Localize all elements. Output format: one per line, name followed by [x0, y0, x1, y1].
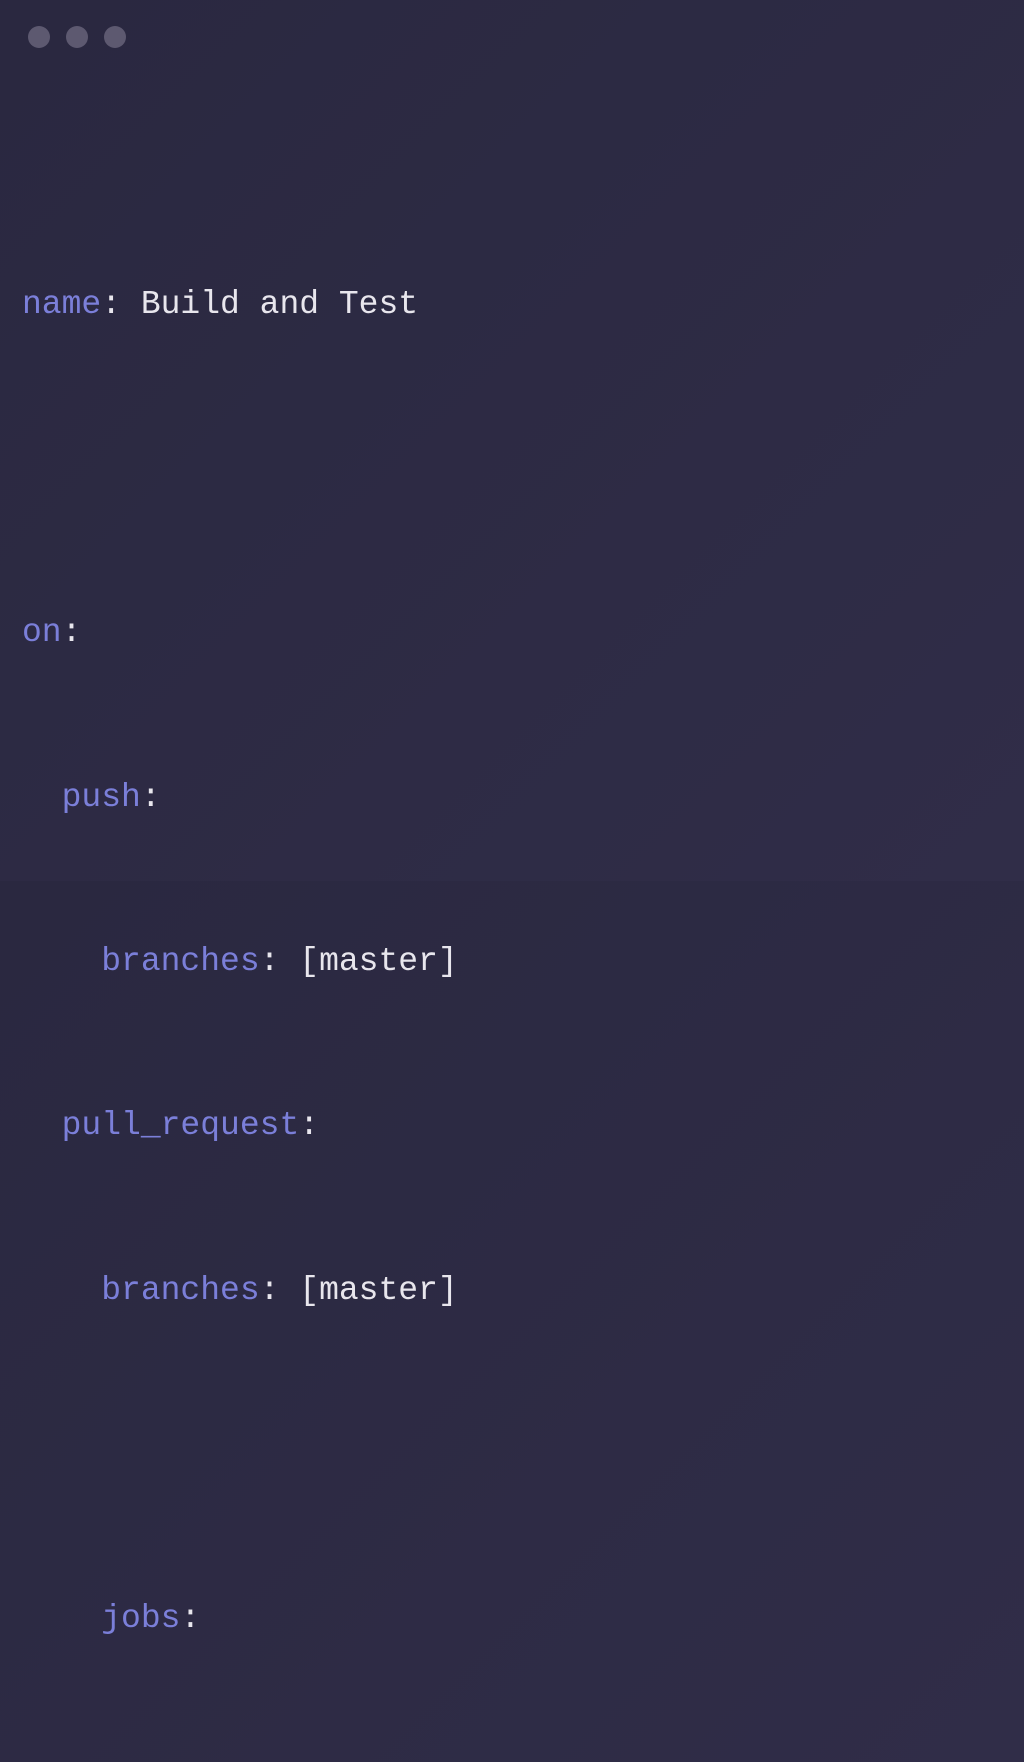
yaml-key: name	[22, 286, 101, 323]
yaml-value: [master]	[299, 1272, 457, 1309]
code-line: pull_request:	[22, 1099, 537, 1154]
yaml-key: branches	[101, 1272, 259, 1309]
yaml-indent	[22, 1272, 101, 1309]
yaml-colon: :	[101, 286, 141, 323]
yaml-key: branches	[101, 943, 259, 980]
yaml-colon: :	[260, 1272, 300, 1309]
code-line: branches: [master]	[22, 935, 537, 990]
code-line: branches: [master]	[22, 1264, 537, 1319]
yaml-indent	[22, 943, 101, 980]
window-controls	[28, 26, 126, 48]
window-dot-icon	[66, 26, 88, 48]
code-line: build_and_test:	[22, 1757, 537, 1762]
yaml-indent	[22, 1600, 101, 1637]
yaml-key: jobs	[101, 1600, 180, 1637]
code-line: on:	[22, 606, 537, 661]
yaml-colon: :	[62, 614, 82, 651]
yaml-key: pull_request	[62, 1107, 300, 1144]
window-dot-icon	[104, 26, 126, 48]
yaml-indent	[22, 1107, 62, 1144]
code-line: push:	[22, 771, 537, 826]
yaml-colon: :	[260, 943, 300, 980]
code-block: name: Build and Test on: push: branches:…	[22, 168, 537, 1762]
yaml-indent	[22, 779, 62, 816]
yaml-value: [master]	[299, 943, 457, 980]
yaml-colon: :	[299, 1107, 319, 1144]
yaml-key: on	[22, 614, 62, 651]
code-line: jobs:	[22, 1592, 537, 1647]
yaml-colon: :	[180, 1600, 200, 1637]
window-dot-icon	[28, 26, 50, 48]
yaml-key: push	[62, 779, 141, 816]
blank-line	[22, 1428, 537, 1483]
blank-line	[22, 442, 537, 497]
code-line: name: Build and Test	[22, 278, 537, 333]
yaml-value: Build and Test	[141, 286, 418, 323]
yaml-colon: :	[141, 779, 161, 816]
